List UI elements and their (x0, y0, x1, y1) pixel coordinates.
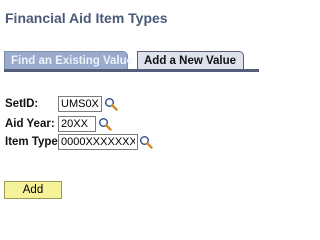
setid-field[interactable] (58, 96, 102, 112)
aid-year-lookup-magnifying-glass-icon[interactable] (98, 116, 112, 132)
tab-add-new-value[interactable]: Add a New Value (137, 51, 244, 69)
tab-bar: Find an Existing Value Add a New Value (4, 50, 259, 72)
page-title: Financial Aid Item Types (5, 10, 168, 26)
aid-year-field[interactable] (58, 116, 96, 132)
add-button[interactable]: Add (4, 181, 62, 199)
tab-find-existing-value[interactable]: Find an Existing Value (4, 51, 133, 69)
item-type-field[interactable] (58, 134, 138, 150)
aid-year-label: Aid Year: (5, 118, 55, 130)
item-type-label: Item Type: (5, 136, 62, 148)
item-type-lookup-magnifying-glass-icon[interactable] (139, 134, 153, 150)
setid-lookup-magnifying-glass-icon[interactable] (104, 96, 118, 112)
tab-divider (4, 69, 259, 72)
setid-label: SetID: (5, 98, 39, 110)
